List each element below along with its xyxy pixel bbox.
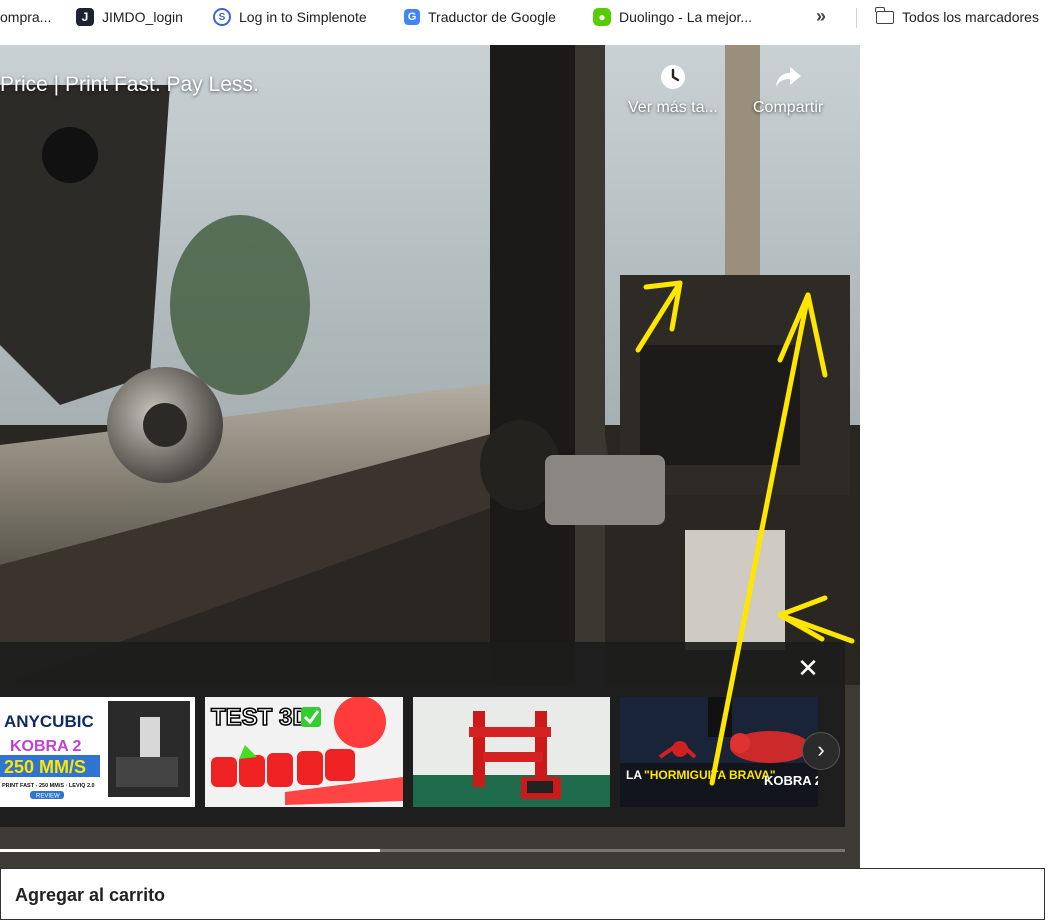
close-icon[interactable]: ✕ — [796, 655, 820, 681]
watch-later-label: Ver más ta... — [628, 99, 718, 116]
clock-icon — [660, 65, 685, 89]
thumb-text: ANYCUBIC — [4, 712, 94, 731]
bookmark-simplenote[interactable]: S Log in to Simplenote — [213, 0, 367, 34]
bookmark-label: Traductor de Google — [428, 9, 556, 25]
folder-icon — [875, 6, 894, 24]
bookmark-label: Log in to Simplenote — [239, 9, 367, 25]
thumb-text: PRINT FAST - 250 MM/S · LEVIQ 2.0 — [2, 783, 95, 789]
video-thumbnail-hormiguita-brava[interactable]: LA "HORMIGUITA BRAVA" KOBRA 2 — [620, 697, 818, 807]
all-bookmarks-folder[interactable]: Todos los marcadores — [875, 0, 1039, 34]
next-arrow-button[interactable]: › — [802, 732, 840, 770]
add-to-cart-button[interactable]: Agregar al carrito — [0, 868, 1045, 920]
thumb-text: TEST 3D — [211, 704, 310, 731]
thumb-text: REVIEW — [36, 794, 60, 800]
thumb-text: 250 MM/S — [4, 757, 86, 777]
thumbnail-image: ANYCUBIC KOBRA 2 250 MM/S PRINT FAST - 2… — [0, 697, 195, 807]
more-bookmarks-chevron-icon[interactable]: » — [816, 6, 826, 27]
bookmarks-bar: ompra... J JIMDO_login S Log in to Simpl… — [0, 0, 1049, 36]
thumbnail-image: LA "HORMIGUITA BRAVA" KOBRA 2 — [620, 697, 818, 807]
thumb-text: "HORMIGUITA BRAVA" — [644, 768, 776, 782]
duolingo-icon: ● — [593, 8, 611, 26]
video-title[interactable]: Price | Print Fast. Pay Less. — [0, 73, 259, 97]
bookmark-jimdo[interactable]: J JIMDO_login — [76, 0, 183, 34]
bookmark-label: ompra... — [0, 9, 52, 25]
thumb-text: KOBRA 2 — [764, 773, 818, 788]
bookmark-label: Duolingo - La mejor... — [619, 9, 753, 25]
progress-fill — [0, 849, 381, 852]
add-to-cart-label: Agregar al carrito — [15, 885, 166, 905]
simplenote-icon: S — [213, 8, 231, 26]
end-screen-panel: ✕ ANYCUBIC KOBRA 2 250 MM/S PRINT FAST -… — [0, 642, 845, 827]
bookmark-item[interactable]: ompra... — [0, 0, 51, 34]
google-translate-icon: G — [404, 9, 420, 25]
thumbnail-image — [413, 697, 610, 807]
share-label: Compartir — [753, 99, 824, 116]
share-button[interactable]: Compartir — [753, 63, 823, 117]
video-player[interactable]: Price | Print Fast. Pay Less. Ver más ta… — [0, 45, 860, 868]
video-thumbnail-anycubic[interactable]: ANYCUBIC KOBRA 2 250 MM/S PRINT FAST - 2… — [0, 697, 195, 807]
video-thumbnail-test-3d[interactable]: TEST 3D — [205, 697, 403, 807]
share-arrow-icon — [776, 67, 802, 87]
thumb-text: KOBRA 2 — [10, 738, 82, 755]
video-progress-bar[interactable] — [0, 849, 845, 852]
jimdo-icon: J — [76, 8, 94, 26]
bookmark-label: JIMDO_login — [102, 9, 183, 25]
video-thumbnail-red-printer[interactable] — [413, 697, 610, 807]
bookmark-duolingo[interactable]: ● Duolingo - La mejor... — [593, 0, 752, 34]
thumbnail-image: TEST 3D — [205, 697, 403, 807]
bookmark-google-translate[interactable]: G Traductor de Google — [404, 0, 556, 34]
watch-later-button[interactable]: Ver más ta... — [628, 63, 718, 117]
all-bookmarks-label: Todos los marcadores — [902, 9, 1039, 25]
thumb-text: LA — [626, 768, 642, 782]
bookmarks-divider — [856, 8, 857, 28]
